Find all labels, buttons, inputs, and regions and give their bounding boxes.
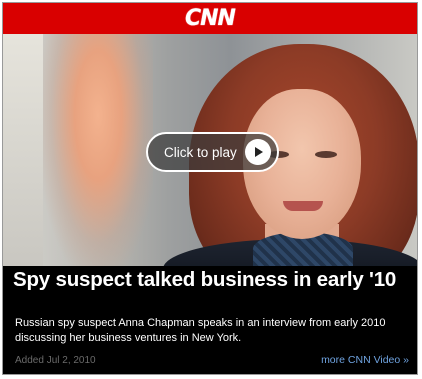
video-date: Added Jul 2, 2010 [15,355,96,366]
thumbnail-eye-right [315,151,337,158]
play-button-label: Click to play [164,144,237,160]
cnn-header-bar: CNN [3,3,417,34]
video-description: Russian spy suspect Anna Chapman speaks … [15,317,386,344]
click-to-play-button[interactable]: Click to play [146,132,279,172]
thumbnail-mouth [283,201,323,211]
cnn-logo[interactable]: CNN [185,7,236,30]
video-widget: CNN Click to play Spy suspect talked bus… [2,2,418,375]
play-icon [245,139,271,165]
thumbnail-light [43,34,153,266]
thumbnail-background [3,34,43,266]
more-cnn-video-link[interactable]: more CNN Video » [321,354,409,366]
video-thumbnail[interactable]: Click to play [3,34,417,266]
video-headline[interactable]: Spy suspect talked business in early '10 [13,268,413,292]
